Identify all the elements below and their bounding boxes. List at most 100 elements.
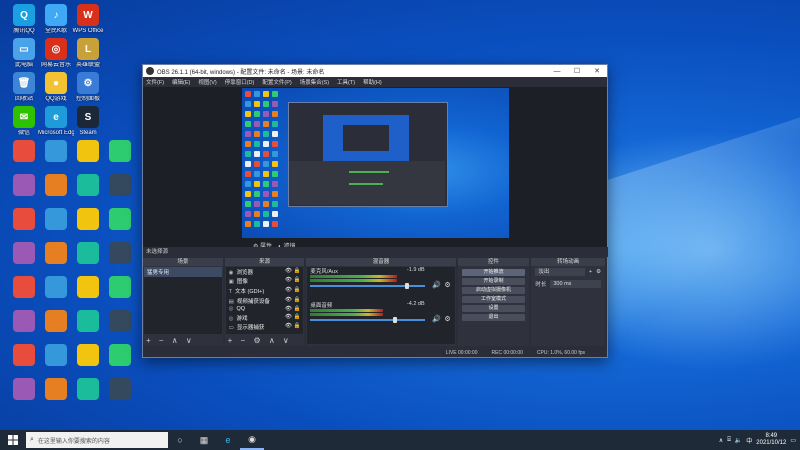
desktop-icon[interactable]: ✉ 微信 — [6, 106, 42, 137]
desktop-icon[interactable] — [38, 378, 74, 402]
desktop-icon[interactable] — [6, 276, 42, 300]
desktop-icon[interactable] — [38, 140, 74, 164]
desktop-icon[interactable] — [70, 208, 106, 232]
speaker-icon[interactable]: 🔊 — [432, 281, 441, 289]
source-item[interactable]: ◎ 游戏 👁 🔒 — [226, 313, 304, 323]
sources-toolbar[interactable]: + − ⚙ ∧ ∨ — [228, 336, 292, 345]
desktop-icon[interactable] — [102, 276, 138, 300]
desktop-icon[interactable] — [70, 174, 106, 198]
gear-icon[interactable]: ⚙ — [444, 281, 450, 289]
taskbar-search[interactable]: ⌕ 在这里输入你要搜索的内容 — [26, 432, 168, 448]
task-view-icon[interactable]: ○ — [168, 430, 192, 450]
desktop-icon[interactable]: S Steam — [70, 106, 106, 137]
speaker-icon[interactable]: 🔊 — [432, 315, 441, 323]
desktop-icon[interactable] — [38, 242, 74, 266]
visibility-lock-icons[interactable]: 👁 🔒 — [285, 314, 300, 322]
desktop-icon[interactable]: ⚙ 控制面板 — [70, 72, 106, 103]
menu-view[interactable]: 视图(V) — [198, 78, 216, 86]
close-button[interactable]: ✕ — [587, 67, 607, 75]
desktop-icon[interactable] — [102, 140, 138, 164]
source-item[interactable]: ◉ 浏览器 👁 🔒 — [226, 267, 304, 277]
visibility-lock-icons[interactable]: 👁 🔒 — [285, 306, 300, 312]
desktop-icon[interactable]: Q 腾讯QQ — [6, 4, 42, 35]
duration-input[interactable]: 300 ms — [550, 280, 602, 288]
desktop-icon[interactable] — [102, 174, 138, 198]
desktop-icon[interactable] — [6, 140, 42, 164]
desktop-icon[interactable] — [6, 310, 42, 334]
edge-icon[interactable]: e — [216, 430, 240, 450]
desktop-icon[interactable] — [6, 242, 42, 266]
desktop-icon[interactable] — [102, 242, 138, 266]
volume-slider[interactable] — [310, 319, 425, 321]
menu-edit[interactable]: 编辑(E) — [172, 78, 190, 86]
visibility-lock-icons[interactable]: 👁 🔒 — [285, 287, 300, 295]
desktop-icon[interactable]: e Microsoft Edge — [38, 106, 74, 137]
source-item[interactable]: ▭ 显示器捕获 👁 🔒 — [226, 323, 304, 333]
transition-select[interactable]: 淡出 — [535, 268, 585, 276]
source-item[interactable]: T 文本 (GDI+) 👁 🔒 — [226, 286, 304, 296]
source-item[interactable]: ▣ 图像 👁 🔒 — [226, 277, 304, 287]
gear-icon[interactable]: ⚙ — [444, 315, 450, 323]
desktop-icon[interactable]: ▭ 此电脑 — [6, 38, 42, 69]
desktop-icon[interactable] — [38, 310, 74, 334]
ime-indicator[interactable]: 中 — [746, 436, 752, 445]
maximize-button[interactable]: ☐ — [567, 67, 587, 75]
start-button[interactable] — [0, 430, 26, 450]
menu-scene-collection[interactable]: 场景集合(S) — [300, 78, 329, 86]
desktop-icon[interactable] — [38, 208, 74, 232]
desktop-icon[interactable] — [70, 310, 106, 334]
control-button[interactable]: 设置 — [461, 305, 526, 312]
gear-icon[interactable]: ⚙ — [596, 269, 601, 275]
desktop-icon[interactable]: ◎ 网易云音乐 — [38, 38, 74, 69]
desktop-icon[interactable] — [70, 242, 106, 266]
network-icon[interactable]: ⌸ — [727, 437, 731, 444]
obs-window[interactable]: OBS 26.1.1 (64-bit, windows) - 配置文件: 未命名… — [142, 64, 608, 358]
desktop-icon[interactable] — [102, 310, 138, 334]
minimize-button[interactable]: — — [547, 68, 567, 75]
scene-item[interactable]: 猛男专用 — [144, 267, 222, 277]
scenes-toolbar[interactable]: + − ∧ ∨ — [146, 336, 195, 345]
volume-slider-knob[interactable] — [393, 317, 398, 323]
desktop-icon[interactable] — [38, 344, 74, 368]
obs-taskbar-icon[interactable]: ◉ — [240, 430, 264, 450]
desktop-icon[interactable] — [102, 208, 138, 232]
desktop-icon[interactable]: ● QQ游戏 — [38, 72, 74, 103]
file-explorer-icon[interactable]: ▦ — [192, 430, 216, 450]
taskbar-clock[interactable]: 8:49 2021/10/12 — [756, 433, 786, 447]
desktop-icon[interactable] — [38, 174, 74, 198]
menu-help[interactable]: 帮助(H) — [363, 78, 382, 86]
desktop-icon[interactable]: ♪ 全民K歌 — [38, 4, 74, 35]
menu-docks[interactable]: 停靠窗口(D) — [225, 78, 255, 86]
menu-tools[interactable]: 工具(T) — [337, 78, 355, 86]
add-transition-icon[interactable]: + — [589, 269, 592, 275]
visibility-lock-icons[interactable]: 👁 🔒 — [285, 277, 300, 285]
desktop-icon[interactable]: L 英雄联盟 — [70, 38, 106, 69]
obs-titlebar[interactable]: OBS 26.1.1 (64-bit, windows) - 配置文件: 未命名… — [143, 65, 607, 77]
preview-canvas[interactable] — [242, 88, 509, 238]
desktop-icon[interactable] — [6, 344, 42, 368]
desktop-icon[interactable] — [6, 174, 42, 198]
desktop-icon[interactable] — [70, 140, 106, 164]
desktop-icon[interactable] — [6, 208, 42, 232]
visibility-lock-icons[interactable]: 👁 🔒 — [285, 268, 300, 276]
source-item[interactable]: ◎ QQ 👁 🔒 — [226, 305, 304, 313]
desktop-icon[interactable] — [70, 378, 106, 402]
menu-file[interactable]: 文件(F) — [146, 78, 164, 86]
control-button[interactable]: 开始录制 — [461, 278, 526, 285]
desktop-icon[interactable] — [70, 344, 106, 368]
desktop-icon[interactable]: 🗑 回收站 — [6, 72, 42, 103]
desktop-icon[interactable] — [102, 378, 138, 402]
source-item[interactable]: ▤ 视频捕获设备 👁 🔒 — [226, 296, 304, 306]
menu-profile[interactable]: 配置文件(P) — [262, 78, 291, 86]
tray-expand-icon[interactable]: ∧ — [719, 437, 723, 444]
control-button[interactable]: 启动虚拟摄像机 — [461, 287, 526, 294]
desktop-icon[interactable] — [70, 276, 106, 300]
desktop-icon[interactable] — [102, 344, 138, 368]
control-button[interactable]: 开始推流 — [461, 269, 526, 276]
desktop-icon[interactable] — [38, 276, 74, 300]
visibility-lock-icons[interactable]: 👁 🔒 — [285, 323, 300, 331]
visibility-lock-icons[interactable]: 👁 🔒 — [285, 297, 300, 305]
speaker-icon[interactable]: 🔈 — [735, 437, 742, 444]
desktop-icon[interactable]: W WPS Office — [70, 4, 106, 35]
desktop-icon[interactable] — [6, 378, 42, 402]
